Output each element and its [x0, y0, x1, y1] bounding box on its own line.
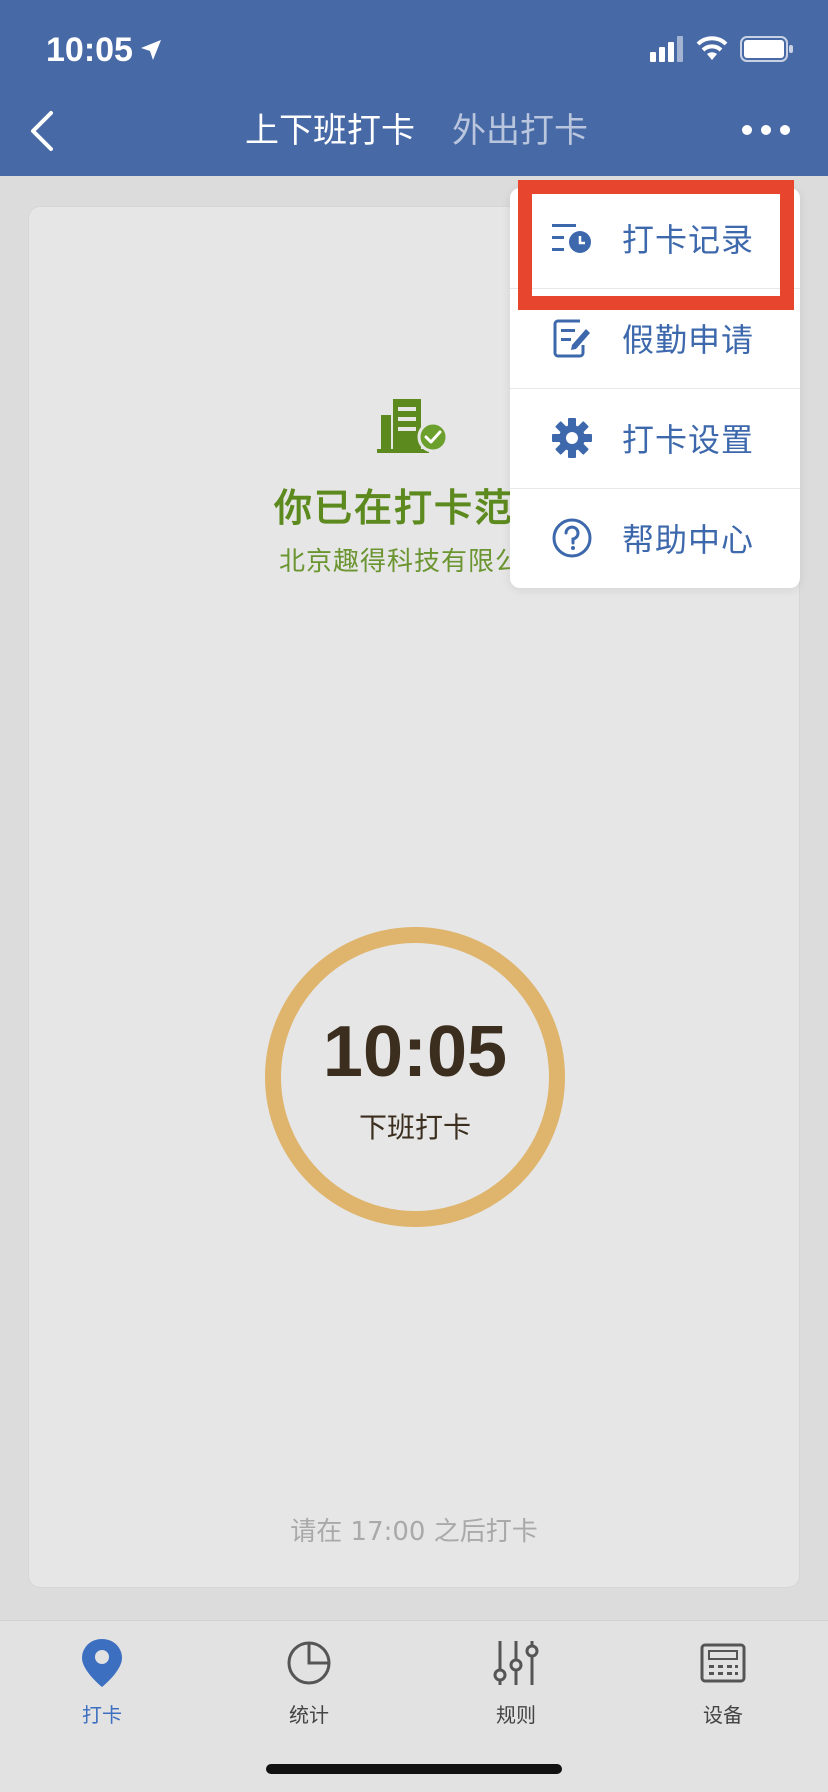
record-list-icon — [550, 216, 594, 260]
app-header: 10:05 上下班打卡 外出打卡 — [0, 0, 828, 176]
tab-outing-punch[interactable]: 外出打卡 — [452, 106, 588, 156]
tab-bar: 上下班打卡 外出打卡 — [0, 106, 828, 156]
menu-item-punch-record[interactable]: 打卡记录 — [510, 188, 800, 288]
sliders-icon — [493, 1641, 539, 1685]
nav-item-punch[interactable]: 打卡 — [42, 1637, 162, 1737]
status-time: 10:05 — [46, 28, 163, 72]
nav-label-punch: 打卡 — [82, 1703, 122, 1727]
building-check-icon — [377, 399, 449, 453]
pie-chart-icon — [287, 1641, 331, 1685]
nav-item-rules[interactable]: 规则 — [456, 1637, 576, 1737]
punch-button[interactable]: 10:05 下班打卡 — [265, 927, 565, 1227]
status-time-text: 10:05 — [46, 30, 133, 69]
home-indicator — [266, 1764, 562, 1774]
cellular-signal-icon — [650, 36, 683, 62]
nav-label-rules: 规则 — [496, 1703, 536, 1727]
menu-label-help-center: 帮助中心 — [622, 521, 755, 559]
menu-label-punch-record: 打卡记录 — [622, 221, 755, 259]
gear-icon — [550, 416, 594, 460]
options-dropdown: 打卡记录 假勤申请 打卡设置 帮助中心 — [510, 188, 800, 588]
punch-type-label: 下班打卡 — [358, 1111, 471, 1144]
more-dot — [780, 125, 790, 135]
wifi-icon — [696, 36, 728, 60]
nav-label-statistics: 统计 — [289, 1703, 329, 1727]
menu-item-help-center[interactable]: 帮助中心 — [510, 488, 800, 588]
location-pin-icon — [82, 1639, 122, 1687]
menu-label-leave-request: 假勤申请 — [622, 321, 755, 359]
nav-label-devices: 设备 — [703, 1703, 743, 1727]
device-icon — [700, 1643, 746, 1683]
status-icons — [650, 34, 794, 64]
nav-item-devices[interactable]: 设备 — [663, 1637, 783, 1737]
more-dot — [761, 125, 771, 135]
clock-time: 10:05 — [322, 1012, 508, 1092]
battery-icon — [740, 36, 793, 62]
more-options-button[interactable] — [742, 118, 790, 142]
punch-hint: 请在 17:00 之后打卡 — [290, 1517, 538, 1547]
menu-item-leave-request[interactable]: 假勤申请 — [510, 288, 800, 388]
menu-item-punch-settings[interactable]: 打卡设置 — [510, 388, 800, 488]
help-icon — [550, 516, 594, 560]
location-arrow-icon — [140, 40, 161, 60]
more-dot — [742, 125, 752, 135]
tab-commute-punch[interactable]: 上下班打卡 — [245, 106, 415, 156]
edit-form-icon — [550, 316, 594, 360]
menu-label-punch-settings: 打卡设置 — [622, 421, 755, 459]
nav-item-statistics[interactable]: 统计 — [249, 1637, 369, 1737]
